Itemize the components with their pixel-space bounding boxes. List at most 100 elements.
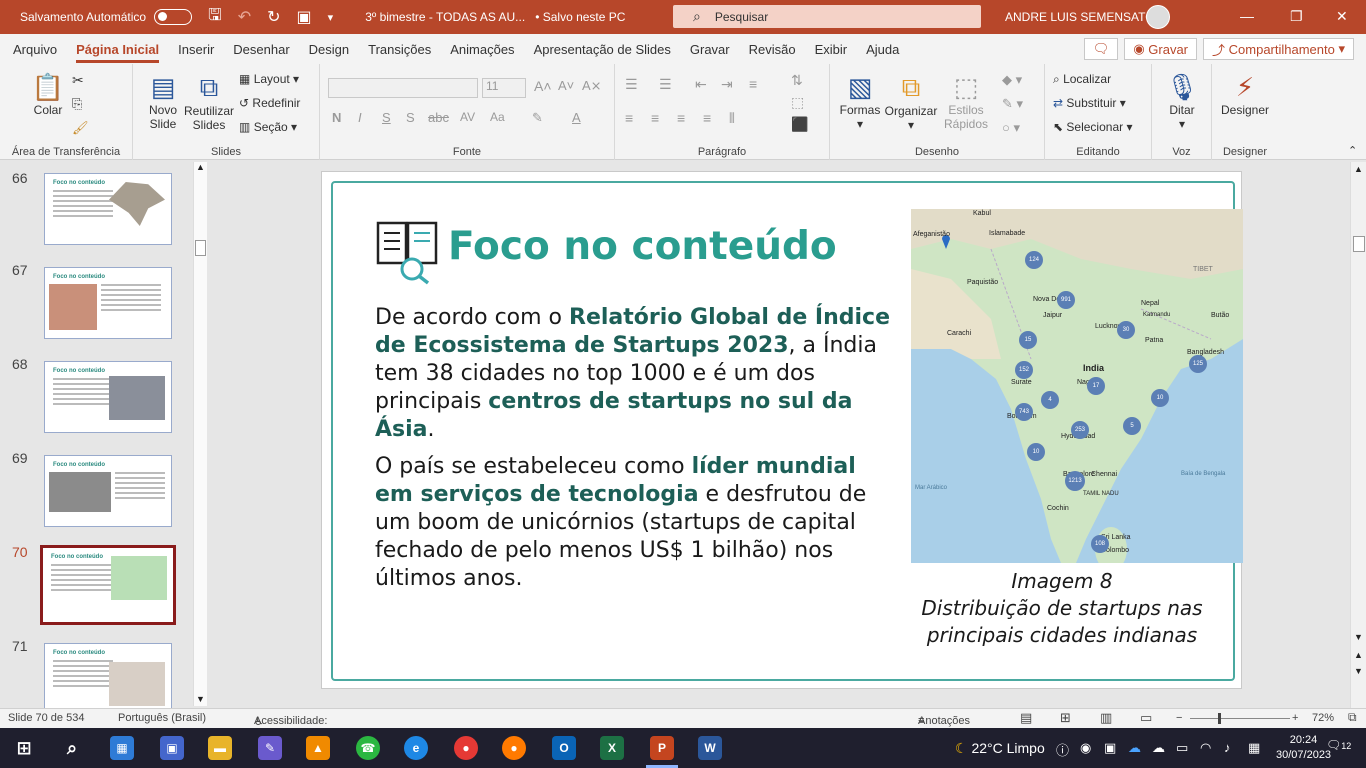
strikethrough-icon[interactable]: abc bbox=[428, 110, 449, 125]
autosave-toggle[interactable] bbox=[154, 9, 193, 25]
tab-ajuda[interactable]: Ajuda bbox=[866, 38, 899, 61]
cluster-badge[interactable]: 10 bbox=[1027, 443, 1045, 461]
text-direction-icon[interactable]: ⇅ bbox=[791, 72, 803, 89]
cluster-badge[interactable]: 30 bbox=[1117, 321, 1135, 339]
align-center-icon[interactable]: ≡ bbox=[651, 110, 659, 126]
layout-button[interactable]: ▦ Layout ▾ bbox=[239, 72, 299, 86]
meet-icon[interactable]: ◉ bbox=[1080, 740, 1091, 756]
copy-icon[interactable]: ⎘ bbox=[72, 96, 82, 112]
restore-icon[interactable]: ❐ bbox=[1290, 8, 1303, 25]
slideshow-icon[interactable]: ▭ bbox=[1140, 710, 1152, 726]
windows-start-icon[interactable]: ⊞ bbox=[12, 736, 36, 760]
user-name[interactable]: ANDRE LUIS SEMENSATO bbox=[1005, 10, 1155, 24]
comments-button[interactable]: 🗨 bbox=[1083, 38, 1119, 60]
widgets-icon[interactable]: ▦ bbox=[110, 736, 134, 760]
slide-thumbnail-71[interactable]: Foco no conteúdo bbox=[44, 643, 172, 708]
slide-title[interactable]: Foco no conteúdo bbox=[448, 224, 837, 269]
scroll-down-icon[interactable]: ▼ bbox=[196, 694, 205, 704]
section-button[interactable]: ▥ Seção ▾ bbox=[239, 120, 297, 134]
weather-widget[interactable]: ☾ 22°C Limpo bbox=[955, 740, 1045, 757]
cluster-badge[interactable]: 10 bbox=[1151, 389, 1169, 407]
justify-icon[interactable]: ≡ bbox=[703, 110, 711, 126]
thumbnail-scrollbar[interactable]: ▲ ▼ bbox=[193, 162, 207, 706]
avatar[interactable] bbox=[1146, 5, 1170, 29]
search-box[interactable]: ⌕ Pesquisar bbox=[673, 5, 981, 28]
onedrive-icon[interactable]: ☁ bbox=[1128, 740, 1141, 756]
tab-apresentacao[interactable]: Apresentação de Slides bbox=[534, 38, 671, 61]
edge-icon[interactable]: e bbox=[404, 736, 428, 760]
align-right-icon[interactable]: ≡ bbox=[677, 110, 685, 126]
zoom-slider-thumb[interactable] bbox=[1218, 713, 1221, 724]
present-icon[interactable]: ▣ bbox=[297, 7, 312, 27]
arrange-button[interactable]: ⧉ Organizar ▾ bbox=[884, 72, 938, 132]
scroll-down-icon[interactable]: ▼ bbox=[1354, 632, 1363, 642]
select-button[interactable]: ⬉ Selecionar ▾ bbox=[1053, 120, 1132, 134]
firefox-icon[interactable]: ● bbox=[502, 736, 526, 760]
customize-toolbar-icon[interactable]: ▾ bbox=[328, 11, 334, 24]
cut-icon[interactable]: ✂ bbox=[72, 72, 84, 89]
shrink-font-icon[interactable]: A˅ bbox=[558, 78, 574, 93]
slide-thumbnail-68[interactable]: Foco no conteúdo bbox=[44, 361, 172, 433]
columns-icon[interactable]: ⫴ bbox=[729, 110, 735, 127]
slide-scrollbar[interactable]: ▲ ▼ ▲ ▼ bbox=[1350, 162, 1366, 708]
teams-icon[interactable]: ▣ bbox=[160, 736, 184, 760]
font-name-field[interactable] bbox=[328, 78, 478, 98]
cluster-badge[interactable]: 152 bbox=[1015, 361, 1033, 379]
font-size-field[interactable]: 11 bbox=[482, 78, 526, 98]
underline-icon[interactable]: S bbox=[382, 110, 391, 125]
outlook-icon[interactable]: O bbox=[552, 736, 576, 760]
powerpoint-icon[interactable]: P bbox=[650, 736, 674, 760]
shadow-icon[interactable]: S bbox=[406, 110, 415, 125]
bullets-icon[interactable]: ☰ bbox=[625, 76, 638, 93]
slide-sorter-icon[interactable]: ⊞ bbox=[1060, 710, 1071, 726]
save-icon[interactable]: 🖫 bbox=[208, 4, 222, 31]
zoom-out-icon[interactable]: − bbox=[1176, 712, 1182, 724]
tab-design[interactable]: Design bbox=[309, 38, 349, 61]
excel-icon[interactable]: X bbox=[600, 736, 624, 760]
search-icon[interactable]: ⌕ bbox=[60, 736, 84, 760]
slide-canvas[interactable]: Foco no conteúdo De acordo com o Relatór… bbox=[321, 171, 1243, 689]
battery-icon[interactable]: ▭ bbox=[1176, 740, 1188, 756]
volume-icon[interactable]: ♪ bbox=[1224, 740, 1231, 755]
tab-inserir[interactable]: Inserir bbox=[178, 38, 214, 61]
slide-thumbnail-70[interactable]: Foco no conteúdo bbox=[40, 545, 176, 625]
slide-thumbnail-66[interactable]: Foco no conteúdo bbox=[44, 173, 172, 245]
image-caption[interactable]: Imagem 8 Distribuição de startups nas pr… bbox=[897, 568, 1227, 649]
cluster-badge[interactable]: 125 bbox=[1189, 355, 1207, 373]
cluster-badge[interactable]: 4 bbox=[1041, 391, 1059, 409]
whatsapp-icon[interactable]: ☎ bbox=[356, 736, 380, 760]
cluster-badge[interactable]: 253 bbox=[1071, 421, 1089, 439]
tab-revisao[interactable]: Revisão bbox=[749, 38, 796, 61]
wifi-icon[interactable]: ◠ bbox=[1200, 740, 1211, 756]
reuse-slides-button[interactable]: ⧉ Reutilizar Slides bbox=[183, 72, 235, 132]
scroll-up-icon[interactable]: ▲ bbox=[1354, 164, 1363, 174]
cluster-badge[interactable]: 124 bbox=[1025, 251, 1043, 269]
redo-icon[interactable]: ↻ bbox=[267, 7, 280, 27]
font-color-icon[interactable]: A bbox=[572, 110, 581, 125]
shape-fill-icon[interactable]: ◆ ▾ bbox=[1002, 72, 1022, 88]
replace-button[interactable]: ⇄ Substituir ▾ bbox=[1053, 96, 1126, 110]
increase-indent-icon[interactable]: ⇥ bbox=[721, 76, 733, 93]
record-button[interactable]: ◉ Gravar bbox=[1124, 38, 1198, 60]
numbering-icon[interactable]: ☰ bbox=[659, 76, 672, 93]
next-slide-icon[interactable]: ▼ bbox=[1354, 666, 1363, 676]
previous-slide-icon[interactable]: ▲ bbox=[1354, 650, 1363, 660]
italic-icon[interactable]: I bbox=[358, 110, 362, 125]
collapse-ribbon-icon[interactable]: ⌃ bbox=[1348, 144, 1357, 157]
tab-gravar[interactable]: Gravar bbox=[690, 38, 730, 61]
chrome-icon[interactable]: ● bbox=[454, 736, 478, 760]
slide-thumbnail-67[interactable]: Foco no conteúdo bbox=[44, 267, 172, 339]
cluster-badge[interactable]: 991 bbox=[1057, 291, 1075, 309]
bold-icon[interactable]: N bbox=[332, 110, 341, 125]
close-icon[interactable]: ✕ bbox=[1336, 8, 1348, 25]
new-slide-button[interactable]: ▤ Novo Slide bbox=[143, 72, 183, 131]
reset-button[interactable]: ↺ Redefinir bbox=[239, 96, 300, 110]
paragraph-1[interactable]: De acordo com o Relatório Global de Índi… bbox=[375, 304, 895, 444]
vlc-icon[interactable]: ▲ bbox=[306, 736, 330, 760]
shape-outline-icon[interactable]: ✎ ▾ bbox=[1002, 96, 1023, 112]
decrease-indent-icon[interactable]: ⇤ bbox=[695, 76, 707, 93]
line-spacing-icon[interactable]: ≡ bbox=[749, 76, 757, 92]
cluster-badge[interactable]: 743 bbox=[1015, 403, 1033, 421]
grow-font-icon[interactable]: A˄ bbox=[534, 78, 552, 94]
tab-desenhar[interactable]: Desenhar bbox=[233, 38, 289, 61]
